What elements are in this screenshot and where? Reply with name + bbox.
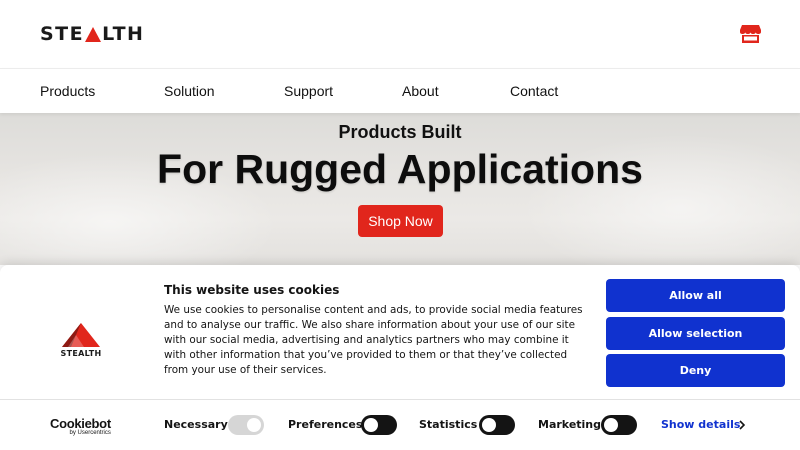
marketing-label: Marketing (538, 418, 602, 431)
allow-all-button[interactable]: Allow all (606, 279, 785, 312)
allow-selection-button[interactable]: Allow selection (606, 317, 785, 350)
storefront-icon[interactable] (740, 24, 761, 43)
main-nav: Products Solution Support About Contact (0, 68, 800, 113)
cookie-banner-logo-text: STEALTH (61, 349, 102, 357)
nav-item-support[interactable]: Support (284, 83, 333, 99)
logo-text-left: STE (40, 23, 85, 45)
cookie-divider (0, 399, 800, 400)
statistics-label: Statistics (419, 418, 478, 431)
cookie-title: This website uses cookies (164, 283, 340, 297)
cookie-consent-banner: STEALTH This website uses cookies We use… (0, 265, 800, 450)
site-header: STE LTH (0, 0, 800, 68)
chevron-right-icon[interactable] (736, 419, 748, 431)
cookie-banner-logo: STEALTH (61, 323, 102, 357)
cookiebot-logo[interactable]: Cookiebot by Usercentrics (50, 417, 111, 437)
cookiebot-by: by Usercentrics (69, 430, 111, 436)
hero-title: For Rugged Applications (157, 146, 643, 192)
shop-now-button[interactable]: Shop Now (358, 205, 443, 237)
preferences-label: Preferences (288, 418, 363, 431)
logo-text-right: LTH (102, 23, 145, 45)
stealth-logo[interactable]: STE LTH (40, 23, 145, 45)
logo-triangle-icon (85, 26, 102, 42)
nav-item-about[interactable]: About (402, 83, 439, 99)
hero-banner: Products Built For Rugged Applications S… (0, 113, 800, 265)
nav-item-solution[interactable]: Solution (164, 83, 215, 99)
cookie-description: We use cookies to personalise content an… (164, 304, 583, 376)
necessary-label: Necessary (164, 418, 228, 431)
cookiebot-name: Cookiebot (50, 416, 111, 431)
preferences-toggle[interactable] (361, 415, 397, 435)
hero-subtitle: Products Built (338, 122, 462, 142)
nav-item-contact[interactable]: Contact (510, 83, 558, 99)
statistics-toggle[interactable] (479, 415, 515, 435)
marketing-toggle[interactable] (601, 415, 637, 435)
deny-button[interactable]: Deny (606, 354, 785, 387)
necessary-toggle (228, 415, 264, 435)
show-details-link[interactable]: Show details (661, 418, 740, 431)
nav-item-products[interactable]: Products (40, 83, 95, 99)
